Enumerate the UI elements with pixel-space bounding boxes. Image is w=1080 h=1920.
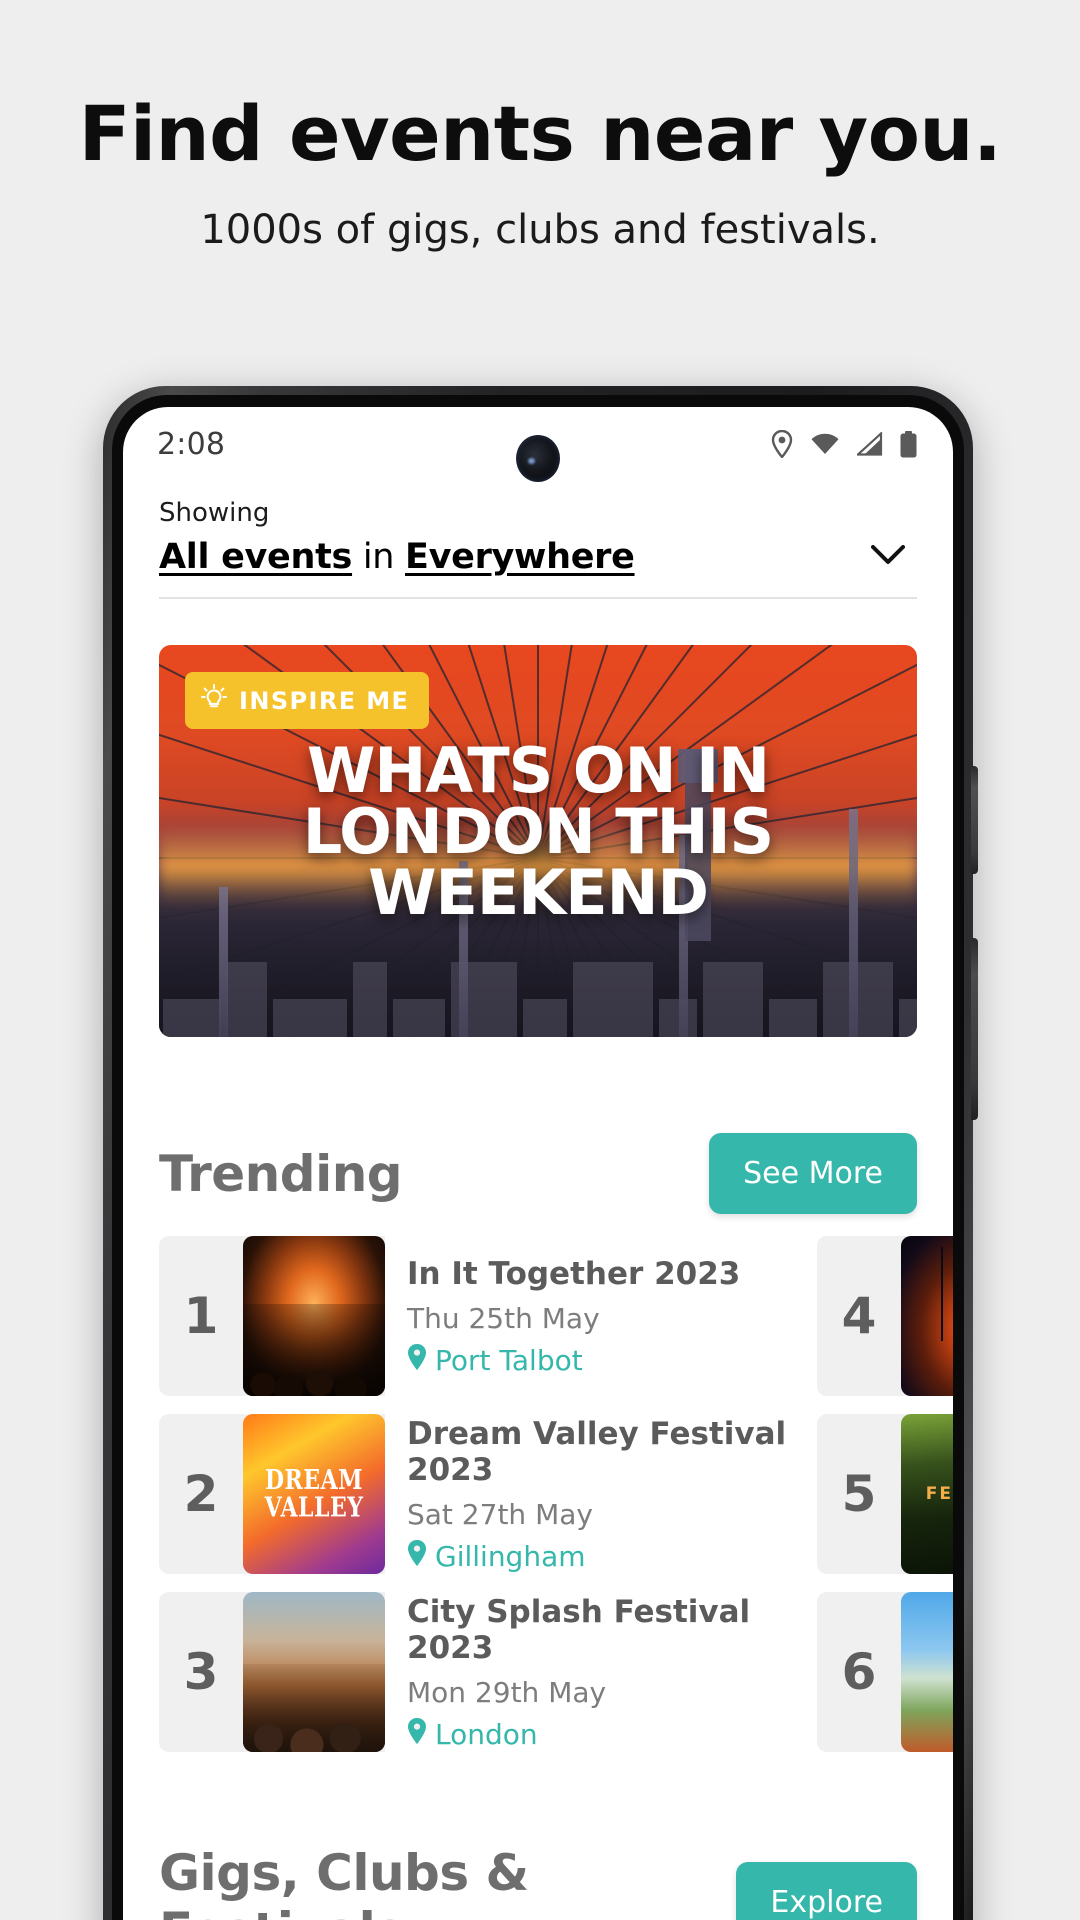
chevron-down-icon[interactable] xyxy=(871,544,917,570)
banner-headline: WHATS ON IN LONDON THIS WEEKEND xyxy=(159,734,917,929)
phone-mockup: 2:08 Showing All events in Everywhere IN… xyxy=(103,386,978,1920)
battery-icon xyxy=(900,430,917,458)
status-clock: 2:08 xyxy=(157,426,226,462)
filter-section: Showing All events in Everywhere xyxy=(123,481,953,600)
artwork-text: DREAM VALLEY xyxy=(264,1464,364,1525)
list-item[interactable]: 3 City Splash Festival 2023 Mon 29th May Lo… xyxy=(159,1592,795,1753)
event-artwork xyxy=(901,1236,953,1397)
page-subtitle: 1000s of gigs, clubs and festivals. xyxy=(200,207,880,253)
location-pin-icon xyxy=(407,1539,427,1573)
skyline-building xyxy=(523,999,567,1038)
event-info: In It Together 2023 Thu 25th May Port Talb… xyxy=(385,1236,795,1397)
hero-section: Find events near you. 1000s of gigs, clu… xyxy=(0,0,1080,253)
list-item[interactable]: 5 FESTIVA xyxy=(817,1414,953,1575)
filter-location[interactable]: Everywhere xyxy=(405,537,635,577)
phone-screen: 2:08 Showing All events in Everywhere IN… xyxy=(123,407,953,1920)
trending-rank: 3 xyxy=(183,1643,219,1702)
skyline-building xyxy=(573,962,653,1038)
event-date: Sat 27th May xyxy=(407,1497,593,1531)
trending-title: Trending xyxy=(159,1144,403,1203)
event-location-label: Port Talbot xyxy=(435,1343,583,1377)
event-location: Gillingham xyxy=(407,1539,795,1573)
filter-selector[interactable]: All events in Everywhere xyxy=(159,531,917,600)
lightbulb-icon xyxy=(201,684,227,717)
filter-join-word: in xyxy=(352,537,406,578)
filter-value[interactable]: All events in Everywhere xyxy=(159,537,635,577)
page-title: Find events near you. xyxy=(78,89,1002,178)
trending-rank: 1 xyxy=(183,1287,219,1346)
event-artwork: DREAM VALLEY xyxy=(243,1414,385,1575)
front-camera-punch-hole xyxy=(516,435,560,482)
artwork-text: FESTIVA xyxy=(925,1484,953,1505)
event-date: Mon 29th May xyxy=(407,1675,607,1709)
skyline-building xyxy=(353,962,387,1038)
skyline-building xyxy=(227,962,267,1038)
skyline-building xyxy=(769,999,817,1038)
gigs-clubs-festivals-header: Gigs, Clubs & Festivals Explore xyxy=(123,1844,953,1920)
skyline-building xyxy=(899,999,917,1038)
location-pin-icon xyxy=(771,430,793,458)
filter-event-type[interactable]: All events xyxy=(159,537,352,577)
ferris-wheel-pod xyxy=(159,645,166,653)
trending-list: 1 In It Together 2023 Thu 25th May Port Tal… xyxy=(123,1236,953,1753)
volume-rocker-button[interactable] xyxy=(971,938,978,1120)
event-thumbnail[interactable]: DREAM VALLEY xyxy=(243,1414,385,1575)
inspire-me-banner[interactable]: INSPIRE ME WHATS ON IN LONDON THIS WEEKE… xyxy=(159,645,917,1038)
trending-row: 1 In It Together 2023 Thu 25th May Port Tal… xyxy=(159,1236,953,1397)
trending-row: 2 DREAM VALLEY Dream Valley Festival 2023 Sa… xyxy=(159,1414,953,1575)
event-info: City Splash Festival 2023 Mon 29th May Lon… xyxy=(385,1592,795,1753)
event-thumbnail[interactable] xyxy=(901,1592,953,1753)
inspire-me-badge-label: INSPIRE ME xyxy=(239,686,410,715)
gigs-clubs-festivals-title: Gigs, Clubs & Festivals xyxy=(159,1844,529,1920)
event-title: In It Together 2023 xyxy=(407,1255,741,1292)
event-location-label: Gillingham xyxy=(435,1539,586,1573)
location-pin-icon xyxy=(407,1717,427,1751)
trending-header: Trending See More xyxy=(123,1133,953,1215)
skyline-building xyxy=(163,999,221,1038)
filter-label: Showing xyxy=(159,498,270,528)
list-item[interactable]: 4 xyxy=(817,1236,953,1397)
event-artwork: FESTIVA xyxy=(901,1414,953,1575)
location-pin-icon xyxy=(407,1343,427,1377)
trending-rank: 4 xyxy=(841,1287,877,1346)
explore-button[interactable]: Explore xyxy=(736,1861,917,1920)
event-info: Dream Valley Festival 2023 Sat 27th May Gi… xyxy=(385,1414,795,1575)
event-title: City Splash Festival 2023 xyxy=(407,1593,751,1666)
status-bar: 2:08 xyxy=(123,407,953,482)
event-thumbnail[interactable] xyxy=(243,1236,385,1397)
event-artwork xyxy=(901,1592,953,1753)
list-item[interactable]: 1 In It Together 2023 Thu 25th May Port Tal… xyxy=(159,1236,795,1397)
event-thumbnail[interactable] xyxy=(243,1592,385,1753)
event-thumbnail[interactable]: FESTIVA xyxy=(901,1414,953,1575)
event-thumbnail[interactable] xyxy=(901,1236,953,1397)
event-location: Port Talbot xyxy=(407,1343,795,1377)
trending-rank: 6 xyxy=(841,1643,877,1702)
skyline-building xyxy=(393,999,445,1038)
event-location-label: London xyxy=(435,1717,538,1751)
skyline-building xyxy=(823,962,893,1038)
skyline-building xyxy=(703,962,763,1038)
power-button[interactable] xyxy=(971,766,978,874)
event-location: London xyxy=(407,1717,795,1751)
inspire-me-badge: INSPIRE ME xyxy=(185,672,430,730)
event-artwork xyxy=(243,1236,385,1397)
list-item[interactable]: 6 xyxy=(817,1592,953,1753)
status-icons xyxy=(771,430,917,458)
event-title: Dream Valley Festival 2023 xyxy=(407,1415,787,1488)
ferris-wheel-pod xyxy=(910,645,917,653)
wifi-icon xyxy=(810,432,840,456)
event-date: Thu 25th May xyxy=(407,1301,600,1335)
banner-headline-line-1: WHATS ON IN xyxy=(306,734,770,808)
banner-headline-line-3: WEEKEND xyxy=(368,855,709,929)
cell-signal-icon xyxy=(857,432,883,456)
trending-rank: 2 xyxy=(183,1465,219,1524)
skyline-building xyxy=(659,999,697,1038)
list-item[interactable]: 2 DREAM VALLEY Dream Valley Festival 2023 Sa… xyxy=(159,1414,795,1575)
trending-row: 3 City Splash Festival 2023 Mon 29th May Lo… xyxy=(159,1592,953,1753)
event-artwork xyxy=(243,1592,385,1753)
trending-rank: 5 xyxy=(841,1465,877,1524)
skyline-building xyxy=(273,999,347,1038)
banner-headline-line-2: LONDON THIS xyxy=(302,795,774,869)
see-more-button[interactable]: See More xyxy=(709,1133,917,1215)
